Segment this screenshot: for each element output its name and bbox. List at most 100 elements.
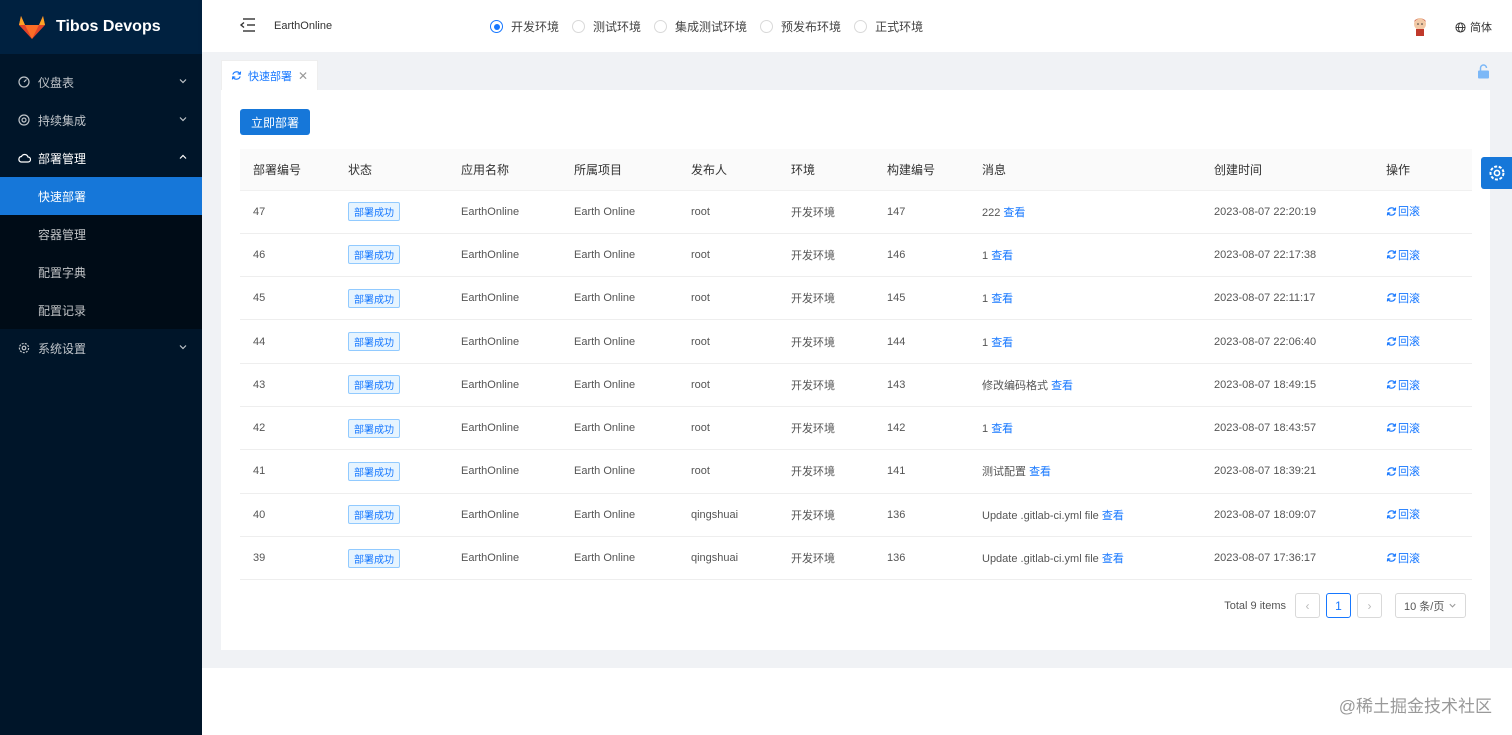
settings-float-button[interactable] bbox=[1481, 157, 1512, 189]
env-radio-test[interactable]: 测试环境 bbox=[572, 18, 641, 35]
radio-icon bbox=[760, 20, 774, 33]
rollback-button[interactable]: 回滚 bbox=[1386, 550, 1420, 566]
unlock-icon[interactable] bbox=[1477, 64, 1490, 79]
table-cell: EarthOnline bbox=[448, 276, 561, 321]
table-cell: 部署成功 bbox=[335, 363, 448, 407]
deploy-list-card: 立即部署 部署编号 状态 应用名称 所属项目 发布人 环境 构建编号 消息 创建… bbox=[221, 90, 1490, 650]
table-cell: Update .gitlab-ci.yml file 查看 bbox=[969, 536, 1201, 581]
close-icon[interactable]: ✕ bbox=[298, 69, 308, 83]
status-badge: 部署成功 bbox=[348, 375, 400, 395]
rollback-button[interactable]: 回滚 bbox=[1386, 463, 1420, 479]
sidebar-item-quick-deploy[interactable]: 快速部署 bbox=[0, 177, 202, 215]
logo[interactable]: Tibos Devops bbox=[0, 0, 202, 54]
view-link[interactable]: 查看 bbox=[1051, 380, 1073, 392]
view-link[interactable]: 查看 bbox=[1102, 510, 1124, 522]
table-cell: EarthOnline bbox=[448, 363, 561, 407]
table-cell: 回滚 bbox=[1373, 276, 1472, 321]
table-cell: 部署成功 bbox=[335, 406, 448, 451]
view-link[interactable]: 查看 bbox=[1029, 466, 1051, 478]
sidebar-item-integration[interactable]: 持续集成 bbox=[0, 101, 202, 139]
table-cell: 39 bbox=[240, 536, 335, 581]
sidebar-item-config-dict[interactable]: 配置字典 bbox=[0, 253, 202, 291]
tab-label: 快速部署 bbox=[248, 70, 292, 83]
table-cell: root bbox=[678, 190, 778, 234]
message-text: 1 bbox=[982, 423, 989, 436]
rollback-button[interactable]: 回滚 bbox=[1386, 203, 1420, 219]
status-badge: 部署成功 bbox=[348, 202, 400, 222]
sync-icon bbox=[1386, 423, 1397, 433]
page-size-select[interactable]: 10 条/页 bbox=[1395, 593, 1466, 618]
tab-quick-deploy[interactable]: 快速部署 ✕ bbox=[221, 60, 319, 90]
table-row: 47 部署成功 EarthOnline Earth Online root 开发环境 147… bbox=[240, 190, 1472, 234]
view-link[interactable]: 查看 bbox=[991, 293, 1013, 305]
avatar[interactable] bbox=[1410, 15, 1430, 37]
rollback-label: 回滚 bbox=[1398, 509, 1420, 522]
rollback-button[interactable]: 回滚 bbox=[1386, 420, 1420, 436]
sidebar-menu: 仪盘表 持续集成 部署管理 快速部署 容器管理 配置字典 配置记录 系统设置 bbox=[0, 54, 202, 367]
column-header: 环境 bbox=[778, 149, 874, 191]
table-cell: EarthOnline bbox=[448, 233, 561, 278]
table-cell: 222 查看 bbox=[969, 190, 1201, 234]
env-label: 预发布环境 bbox=[781, 20, 842, 34]
sidebar-item-settings[interactable]: 系统设置 bbox=[0, 329, 202, 367]
pagination-total: Total 9 items bbox=[1224, 599, 1286, 612]
rollback-label: 回滚 bbox=[1398, 552, 1420, 565]
table-cell: 2023-08-07 17:36:17 bbox=[1201, 536, 1373, 581]
table-cell: 141 bbox=[874, 449, 969, 494]
sidebar-item-dashboard[interactable]: 仪盘表 bbox=[0, 63, 202, 101]
sync-icon bbox=[1386, 466, 1397, 476]
rollback-button[interactable]: 回滚 bbox=[1386, 377, 1420, 393]
view-link[interactable]: 查看 bbox=[991, 250, 1013, 262]
language-switch[interactable]: 简体 bbox=[1455, 19, 1492, 35]
message-text: 1 bbox=[982, 249, 989, 262]
sidebar-item-label: 仪盘表 bbox=[38, 75, 75, 90]
sync-icon bbox=[1386, 207, 1397, 216]
view-link[interactable]: 查看 bbox=[1003, 207, 1025, 219]
sidebar-item-containers[interactable]: 容器管理 bbox=[0, 215, 202, 253]
table-row: 41 部署成功 EarthOnline Earth Online root 开发环境 141… bbox=[240, 449, 1472, 494]
table-cell: 142 bbox=[874, 406, 969, 451]
env-radio-production[interactable]: 正式环境 bbox=[854, 18, 923, 35]
table-cell: 45 bbox=[240, 276, 335, 321]
table-cell: 2023-08-07 22:17:38 bbox=[1201, 233, 1373, 278]
view-link[interactable]: 查看 bbox=[1102, 553, 1124, 565]
sidebar-item-deployment[interactable]: 部署管理 bbox=[0, 139, 202, 177]
view-link[interactable]: 查看 bbox=[991, 337, 1013, 349]
deploy-now-button[interactable]: 立即部署 bbox=[240, 109, 310, 135]
table-cell: 1 查看 bbox=[969, 276, 1201, 321]
rollback-button[interactable]: 回滚 bbox=[1386, 506, 1420, 522]
table-cell: 41 bbox=[240, 449, 335, 494]
table-cell: 40 bbox=[240, 493, 335, 537]
table-cell: 开发环境 bbox=[778, 319, 874, 364]
message-text: 修改编码格式 bbox=[982, 379, 1048, 392]
page-button[interactable]: 1 bbox=[1326, 593, 1351, 618]
column-header: 消息 bbox=[969, 149, 1201, 191]
table-row: 40 部署成功 EarthOnline Earth Online qingshuai 开发… bbox=[240, 493, 1472, 537]
sidebar-item-config-records[interactable]: 配置记录 bbox=[0, 291, 202, 329]
table-cell: 2023-08-07 18:43:57 bbox=[1201, 406, 1373, 451]
rollback-button[interactable]: 回滚 bbox=[1386, 333, 1420, 349]
table-cell: 开发环境 bbox=[778, 363, 874, 407]
table-cell: 部署成功 bbox=[335, 276, 448, 321]
rollback-button[interactable]: 回滚 bbox=[1386, 247, 1420, 263]
table-cell: 测试配置 查看 bbox=[969, 449, 1201, 494]
env-radio-staging[interactable]: 预发布环境 bbox=[760, 18, 841, 35]
message-text: Update .gitlab-ci.yml file bbox=[982, 509, 1099, 522]
table-cell: Earth Online bbox=[561, 406, 678, 451]
environment-radio-group: 开发环境 测试环境 集成测试环境 预发布环境 正式环境 bbox=[490, 18, 936, 35]
message-text: 222 bbox=[982, 206, 1001, 219]
view-link[interactable]: 查看 bbox=[991, 423, 1013, 435]
main-content: 快速部署 ✕ 立即部署 部署编号 状态 应用名称 所属项目 发布人 环境 构建编… bbox=[202, 52, 1512, 668]
rollback-button[interactable]: 回滚 bbox=[1386, 290, 1420, 306]
env-radio-dev[interactable]: 开发环境 bbox=[490, 18, 559, 35]
table-cell: 136 bbox=[874, 493, 969, 537]
table-cell: 回滚 bbox=[1373, 449, 1472, 494]
table-cell: Earth Online bbox=[561, 493, 678, 537]
table-cell: Earth Online bbox=[561, 276, 678, 321]
next-page-button[interactable]: › bbox=[1357, 593, 1382, 618]
env-radio-integration-test[interactable]: 集成测试环境 bbox=[654, 18, 747, 35]
menu-fold-icon[interactable] bbox=[238, 17, 256, 33]
prev-page-button[interactable]: ‹ bbox=[1295, 593, 1320, 618]
deploy-table: 部署编号 状态 应用名称 所属项目 发布人 环境 构建编号 消息 创建时间 操作… bbox=[240, 149, 1472, 581]
cloud-icon bbox=[18, 152, 31, 165]
